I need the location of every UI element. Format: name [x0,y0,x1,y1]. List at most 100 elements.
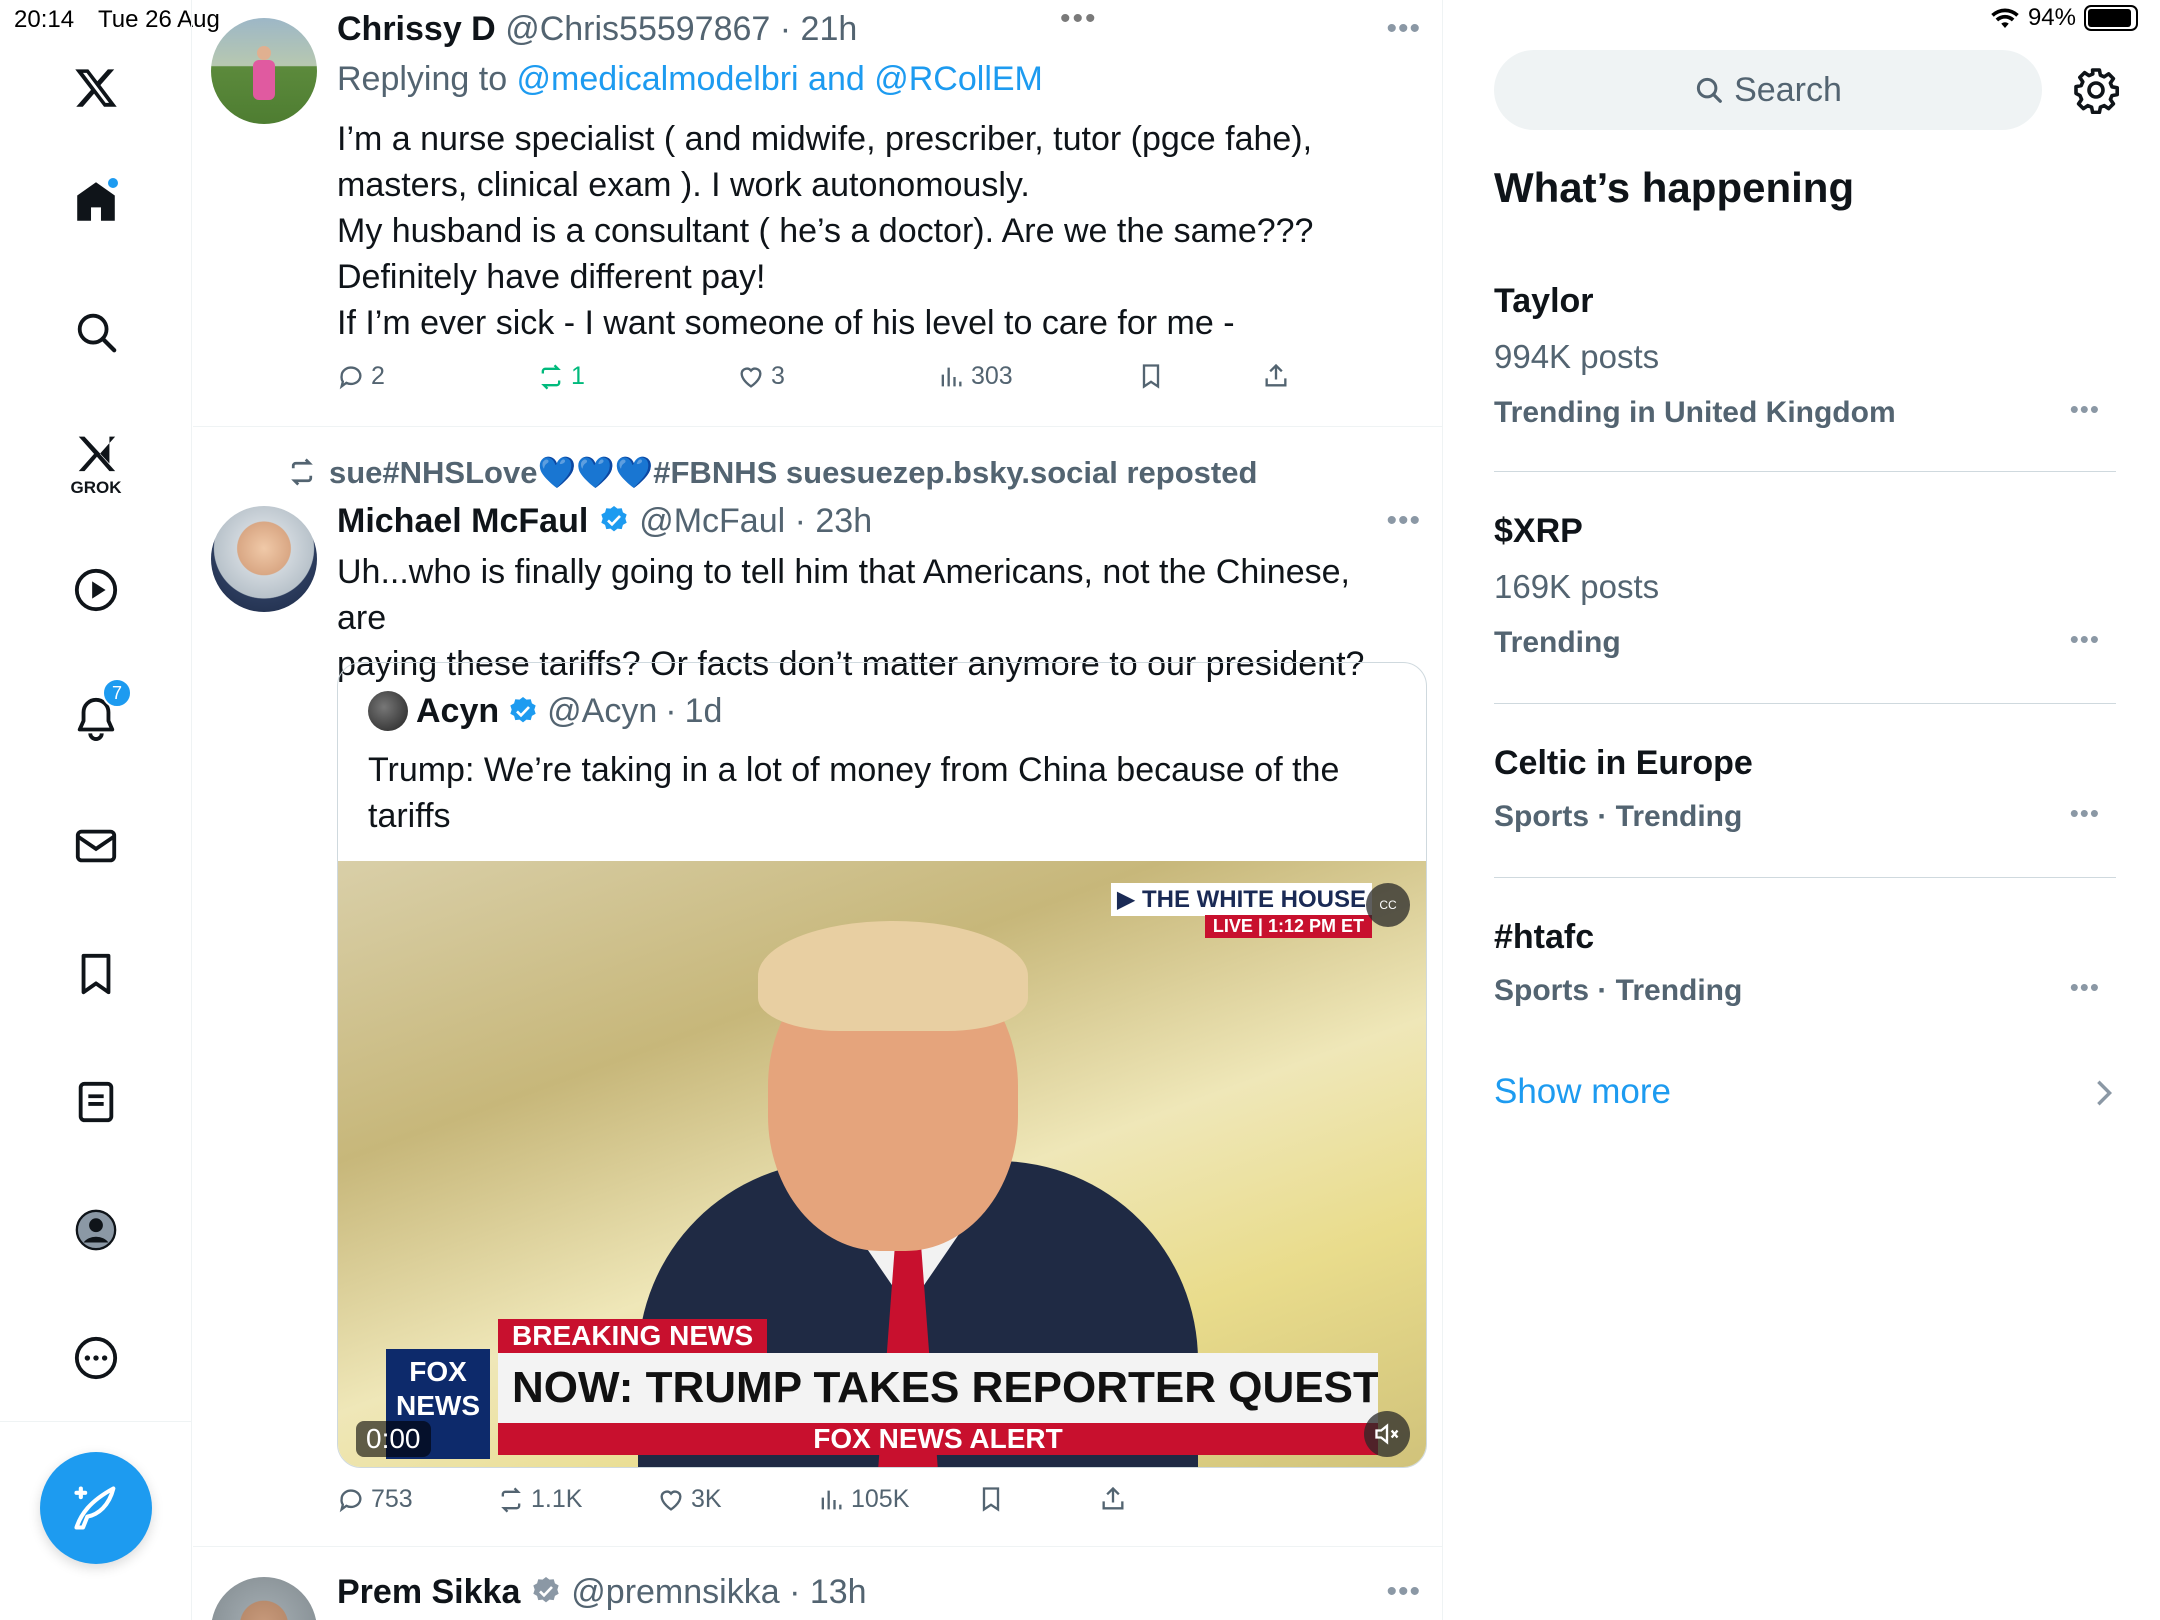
author-name[interactable]: Prem Sikka [337,1573,520,1611]
quote-author-handle: @Acyn [547,691,658,730]
nav-explore[interactable] [64,300,128,364]
profile-icon [75,1209,117,1251]
quote-time: 1d [684,691,723,730]
video-timestamp: 0:00 [356,1421,431,1457]
repost-label: sue#NHSLove💙💙💙#FBNHS suesuezep.bsky.soci… [329,455,1258,490]
grok-icon [78,436,116,472]
replying-prefix: Replying to [337,60,517,98]
video-player[interactable]: ▶ THE WHITE HOUSE LIVE | 1:12 PM ET CC F… [338,861,1426,1467]
search-input[interactable]: Search [1494,50,2042,130]
repost-button[interactable]: 1.1K [497,1485,582,1514]
trend-item[interactable]: $XRP 169K posts Trending ••• [1494,472,2116,704]
sidebar: GROK 7 [0,0,192,1620]
like-button[interactable]: 3 [737,362,785,391]
author-handle[interactable]: @premnsikka [571,1573,779,1611]
tweet-line: I’m a nurse specialist ( and midwife, pr… [337,120,1313,158]
nav-bookmarks[interactable] [64,942,128,1006]
trend-item[interactable]: Celtic in Europe Sports · Trending ••• [1494,704,2116,878]
author-name[interactable]: Michael McFaul [337,502,588,540]
reply-mention-1[interactable]: @medicalmodelbri [517,60,799,98]
bookmark-button[interactable] [1137,362,1165,390]
tweet-text: I’m a nurse specialist ( and midwife, pr… [337,116,1397,346]
trend-item[interactable]: #htafc Sports · Trending ••• [1494,878,2116,1052]
trend-more-icon[interactable]: ••• [2070,624,2100,655]
mute-button[interactable] [1364,1411,1410,1457]
repost-context[interactable]: sue#NHSLove💙💙💙#FBNHS suesuezep.bsky.soci… [285,454,1257,491]
trend-more-icon[interactable]: ••• [2070,972,2100,1003]
nav-home[interactable] [64,170,128,234]
reply-mention-2[interactable]: @RCollEM [874,60,1043,98]
share-icon [1265,363,1287,387]
verified-badge-icon [601,506,627,532]
trend-more-icon[interactable]: ••• [2070,798,2100,829]
verified-badge-icon [510,697,536,723]
video-icon [74,568,118,612]
nav-lists[interactable] [64,1070,128,1134]
tweet-michael-mcfaul[interactable]: sue#NHSLove💙💙💙#FBNHS suesuezep.bsky.soci… [193,427,1442,1547]
nav-grok[interactable] [64,420,128,484]
reply-button[interactable]: 2 [337,362,385,391]
bookmark-button[interactable] [977,1485,1005,1513]
captions-button[interactable]: CC [1366,883,1410,927]
video-overlay-tag: ▶ THE WHITE HOUSE [1110,883,1372,916]
lists-icon [78,1081,114,1123]
tweet-more-icon[interactable]: ••• [1386,1575,1421,1609]
trend-more-icon[interactable]: ••• [2070,394,2100,425]
tweet-more-icon[interactable]: ••• [1386,12,1421,46]
separator: · [665,691,677,730]
avatar[interactable] [211,18,317,124]
grok-label: GROK [70,478,122,497]
tweet-more-icon[interactable]: ••• [1386,504,1421,538]
timeline: Chrissy D @Chris55597867 · 21h ••• Reply… [193,0,1443,1620]
trend-title: Celtic in Europe [1494,744,1753,782]
heart-icon [660,1489,682,1511]
trend-item[interactable]: Taylor 994K posts Trending in United Kin… [1494,260,2116,472]
share-button[interactable] [1099,1485,1127,1513]
reply-count: 2 [371,362,385,390]
trend-posts: 994K posts [1494,338,1660,375]
author-handle[interactable]: @Chris55597867 [505,10,770,48]
quoted-tweet[interactable]: Acyn @Acyn · 1d Trump: We’re taking in a… [337,662,1427,1468]
trend-title: Taylor [1494,282,1594,320]
author-handle[interactable]: @McFaul [639,502,785,540]
chevron-right-icon [2097,1080,2113,1106]
share-button[interactable] [1262,362,1290,390]
search-placeholder: Search [1734,70,1842,109]
views-button[interactable]: 105K [817,1485,909,1514]
tweet-header: Chrissy D @Chris55597867 · 21h [337,10,857,49]
reply-icon [339,1488,362,1512]
tweet-chrissy-d[interactable]: Chrissy D @Chris55597867 · 21h ••• Reply… [193,0,1442,427]
show-more-link[interactable]: Show more [1494,1072,1671,1112]
quote-header: Acyn @Acyn · 1d [368,691,722,731]
muted-speaker-icon [1375,1423,1399,1445]
nav-video[interactable] [64,558,128,622]
quote-avatar [368,691,408,731]
x-logo[interactable] [64,56,128,120]
bookmark-icon [1142,364,1160,389]
tweet-time[interactable]: 23h [815,502,872,540]
author-name[interactable]: Chrissy D [337,10,496,48]
tweet-time[interactable]: 21h [801,10,858,48]
nav-profile[interactable] [64,1198,128,1262]
reply-count: 753 [371,1485,413,1513]
reply-button[interactable]: 753 [337,1485,413,1514]
views-icon [941,367,962,386]
avatar[interactable] [211,1577,317,1620]
messages-icon [75,829,117,863]
nav-messages[interactable] [64,814,128,878]
like-button[interactable]: 3K [657,1485,722,1514]
nav-more[interactable] [64,1326,128,1390]
nav-notifications[interactable]: 7 [64,678,132,750]
replying-to: Replying to @medicalmodelbri and @RCollE… [337,60,1043,99]
tweet-time[interactable]: 13h [810,1573,867,1611]
settings-gear-icon[interactable] [2072,66,2120,114]
tweet-line: Definitely have different pay! [337,258,766,296]
tweet-prem-sikka[interactable]: Prem Sikka @premnsikka · 13h ••• [193,1547,1442,1620]
repost-button[interactable]: 1 [537,362,585,391]
avatar[interactable] [211,506,317,612]
compose-button[interactable] [40,1452,152,1564]
separator: · [779,1573,810,1611]
views-icon [821,1490,842,1509]
more-icon [74,1336,118,1380]
views-button[interactable]: 303 [937,362,1013,391]
